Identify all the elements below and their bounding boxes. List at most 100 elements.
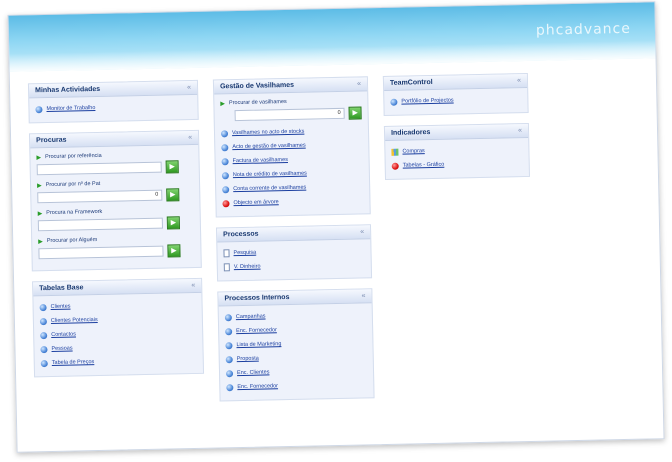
globe-icon: [221, 143, 229, 151]
globe-icon: [39, 317, 47, 325]
link-campanhas[interactable]: Campanhas: [236, 313, 266, 320]
globe-icon: [226, 383, 234, 391]
list-item[interactable]: Monitor de Trabalho: [35, 99, 191, 116]
panel-procuras: Procuras « ▶ Procurar por referência ▶ ▶ P…: [28, 129, 202, 272]
list-item[interactable]: V. Dinheiro: [223, 257, 365, 274]
search-label-text: Procurar por nº de Pat: [45, 180, 101, 189]
header-banner: phcadvance: [8, 2, 656, 72]
brand-logo: phcadvance: [535, 20, 632, 39]
panel-title-text: TeamControl: [389, 78, 433, 87]
search-label-text: Procurar de vasilhames: [228, 99, 287, 107]
arrow-right-icon: ▶: [38, 238, 43, 245]
globe-icon: [40, 359, 48, 367]
collapse-icon[interactable]: «: [360, 225, 364, 239]
column-right: TeamControl « Portfólio de Projectos Ind…: [382, 72, 530, 190]
panel-title: Indicadores «: [384, 123, 529, 141]
link-enc-fornecedor[interactable]: Enc. Fornecedor: [236, 327, 277, 334]
search-input-framework[interactable]: [37, 217, 163, 231]
panel-title-text: Procuras: [36, 136, 67, 145]
panel-title-text: Minhas Actividades: [35, 85, 101, 95]
panel-gestao-vasilhames: Gestão de Vasilhames « ▶ Procurar de vasi…: [212, 76, 371, 218]
search-input-pat[interactable]: 0: [37, 189, 163, 203]
globe-icon: [40, 331, 48, 339]
document-icon: [223, 249, 230, 258]
globe-icon: [224, 313, 232, 321]
column-left: Minhas Actividades « Monitor de Trabalho…: [27, 79, 205, 387]
go-button[interactable]: ▶: [166, 187, 180, 202]
globe-icon: [225, 341, 233, 349]
link-clientes[interactable]: Clientes: [51, 304, 71, 310]
link-monitor-trabalho[interactable]: Monitor de Trabalho: [46, 105, 95, 112]
globe-icon: [221, 157, 229, 165]
link-v-dinheiro[interactable]: V. Dinheiro: [234, 264, 261, 271]
collapse-icon[interactable]: «: [191, 279, 195, 293]
alert-icon: [222, 199, 230, 207]
go-button[interactable]: ▶: [166, 215, 181, 230]
document-icon: [223, 263, 230, 272]
panel-processos: Processos « Pesquisa V. Dinheiro: [215, 224, 373, 282]
globe-icon: [390, 98, 398, 106]
list-item[interactable]: Tabela de Preços: [40, 353, 197, 370]
alert-icon: [391, 162, 399, 170]
panel-title-text: Tabelas Base: [39, 284, 84, 293]
link-objecto-arvore[interactable]: Objecto em árvore: [233, 199, 278, 206]
globe-icon: [39, 303, 47, 311]
arrow-right-icon: ▶: [220, 100, 226, 107]
link-pessoas[interactable]: Pessoas: [51, 346, 72, 352]
link-clientes-potenciais[interactable]: Clientes Potenciais: [51, 317, 98, 324]
link-enc-fornecedor-2[interactable]: Enc. Fornecedor: [237, 383, 278, 390]
list-item[interactable]: Objecto em árvore: [222, 193, 363, 210]
link-tabelas-grafico[interactable]: Tabelas - Gráfico: [403, 162, 445, 169]
collapse-icon[interactable]: «: [517, 74, 521, 88]
link-proposta[interactable]: Proposta: [237, 356, 259, 362]
globe-icon: [35, 105, 43, 113]
link-pesquisa[interactable]: Pesquisa: [233, 250, 256, 256]
link-compras[interactable]: Compras: [402, 148, 424, 154]
list-item[interactable]: Enc. Fornecedor: [226, 377, 367, 394]
globe-icon: [221, 171, 229, 179]
screenshot-stage: phcadvance Minhas Actividades « Monitor …: [0, 0, 672, 462]
go-button[interactable]: ▶: [348, 105, 362, 120]
link-acto-gestao[interactable]: Acto de gestão de vasilhames: [232, 143, 306, 151]
panel-minhas-actividades: Minhas Actividades « Monitor de Trabalho: [27, 79, 199, 124]
arrow-right-icon: ▶: [37, 182, 42, 189]
search-input-referencia[interactable]: [36, 161, 162, 175]
link-conta-corrente[interactable]: Conta corrente de vasilhames: [233, 185, 306, 193]
panel-indicadores: Indicadores « Compras Tabelas - Gráfico: [383, 122, 530, 180]
header-swoosh: [9, 40, 656, 72]
collapse-icon[interactable]: «: [518, 124, 522, 138]
link-portfolio-projectos[interactable]: Portfólio de Projectos: [401, 98, 453, 105]
list-item[interactable]: Portfólio de Projectos: [390, 92, 521, 109]
panel-title-text: Gestão de Vasilhames: [219, 81, 295, 91]
search-input-alguem[interactable]: [38, 245, 164, 259]
search-label-text: Procurar por Alguém: [46, 237, 98, 245]
go-button[interactable]: ▶: [165, 159, 179, 174]
list-item[interactable]: Tabelas - Gráfico: [391, 156, 523, 173]
collapse-icon[interactable]: «: [357, 77, 361, 91]
search-input-vasilhames[interactable]: 0: [234, 107, 345, 121]
collapse-icon[interactable]: «: [188, 131, 192, 145]
globe-icon: [222, 185, 230, 193]
link-tabela-precos[interactable]: Tabela de Preços: [52, 359, 95, 366]
globe-icon: [225, 369, 234, 377]
dashboard-content: Minhas Actividades « Monitor de Trabalho…: [27, 70, 656, 444]
link-factura-vasilhames[interactable]: Factura de vasilhames: [233, 157, 288, 164]
globe-icon: [220, 129, 229, 137]
globe-icon: [225, 327, 233, 335]
link-contactos[interactable]: Contactos: [51, 331, 76, 338]
link-vasilhames-stocks[interactable]: Vasilhames no acto de stocks: [232, 129, 304, 137]
link-nota-credito[interactable]: Nota de crédito de vasilhames: [233, 171, 307, 179]
globe-icon: [225, 355, 233, 363]
collapse-icon[interactable]: «: [361, 289, 365, 303]
go-button[interactable]: ▶: [167, 243, 181, 258]
arrow-right-icon: ▶: [37, 210, 43, 217]
panel-title-text: Indicadores: [390, 129, 431, 137]
link-enc-clientes[interactable]: Enc. Clientes: [237, 369, 270, 376]
link-lista-marketing[interactable]: Lista de Marketing: [236, 341, 281, 348]
panel-processos-internos: Processos Internos « Campanhas Enc. Forn…: [217, 288, 375, 402]
collapse-icon[interactable]: «: [187, 81, 191, 95]
search-label-text: Procura na Framework: [46, 208, 103, 217]
panel-tabelas-base: Tabelas Base « Clientes Clientes Potenci…: [32, 277, 205, 378]
panel-teamcontrol: TeamControl « Portfólio de Projectos: [382, 72, 529, 116]
arrow-right-icon: ▶: [36, 154, 42, 161]
